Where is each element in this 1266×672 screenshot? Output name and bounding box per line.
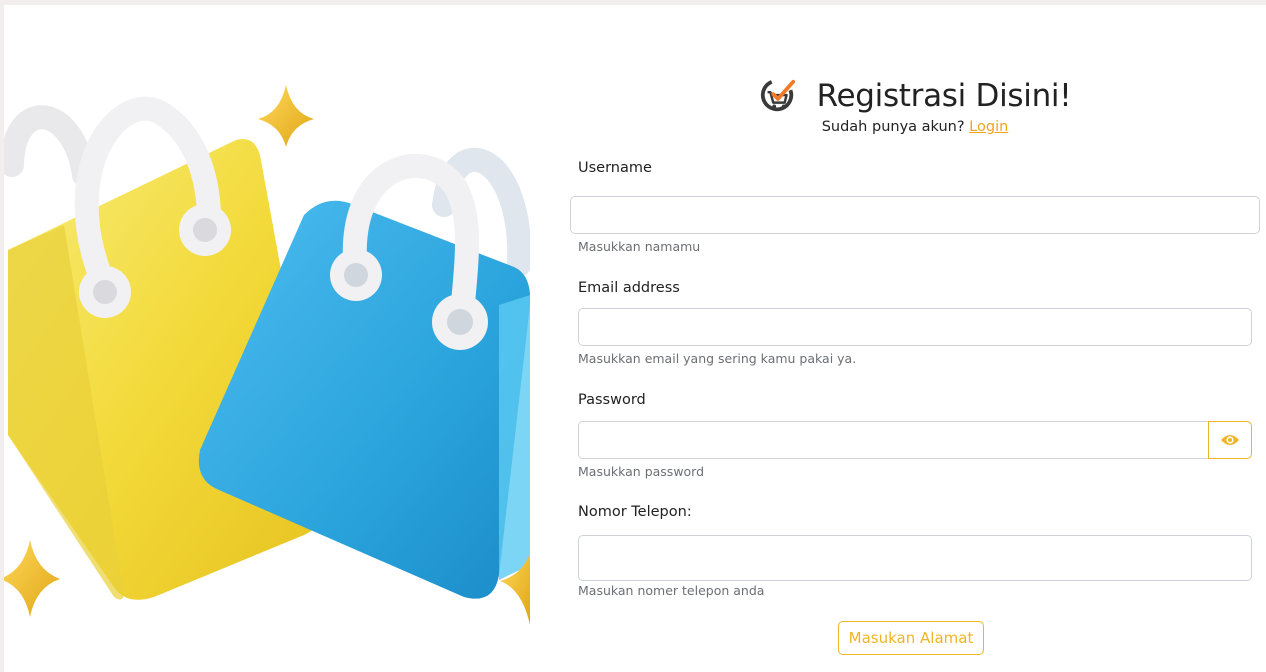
login-prompt-text: Sudah punya akun? (821, 119, 965, 135)
cart-check-icon (760, 78, 795, 112)
registration-page: Registrasi Disini! Sudah punya akun? Log… (4, 5, 1266, 672)
username-help: Masukkan namamu (578, 239, 701, 254)
phone-help: Masukan nomer telepon anda (578, 583, 765, 598)
toggle-password-button[interactable] (1208, 421, 1252, 459)
username-label: Username (578, 160, 652, 176)
email-label: Email address (578, 280, 680, 296)
shopping-bags-illustration (4, 85, 530, 625)
password-input[interactable] (578, 421, 1209, 459)
title-row: Registrasi Disini! (564, 71, 1266, 121)
username-input[interactable] (570, 196, 1260, 234)
login-link[interactable]: Login (969, 119, 1008, 135)
enter-address-button[interactable]: Masukan Alamat (838, 621, 984, 655)
phone-label: Nomor Telepon: (578, 504, 692, 520)
login-prompt: Sudah punya akun? Login (564, 119, 1266, 135)
eye-icon (1221, 435, 1239, 445)
phone-input[interactable] (578, 535, 1252, 581)
page-title: Registrasi Disini! (816, 78, 1072, 114)
email-input[interactable] (578, 308, 1252, 346)
registration-form: Registrasi Disini! Sudah punya akun? Log… (564, 5, 1266, 672)
password-label: Password (578, 392, 646, 408)
password-help: Masukkan password (578, 464, 705, 479)
hero-illustration (4, 5, 530, 672)
email-help: Masukkan email yang sering kamu pakai ya… (578, 351, 857, 366)
